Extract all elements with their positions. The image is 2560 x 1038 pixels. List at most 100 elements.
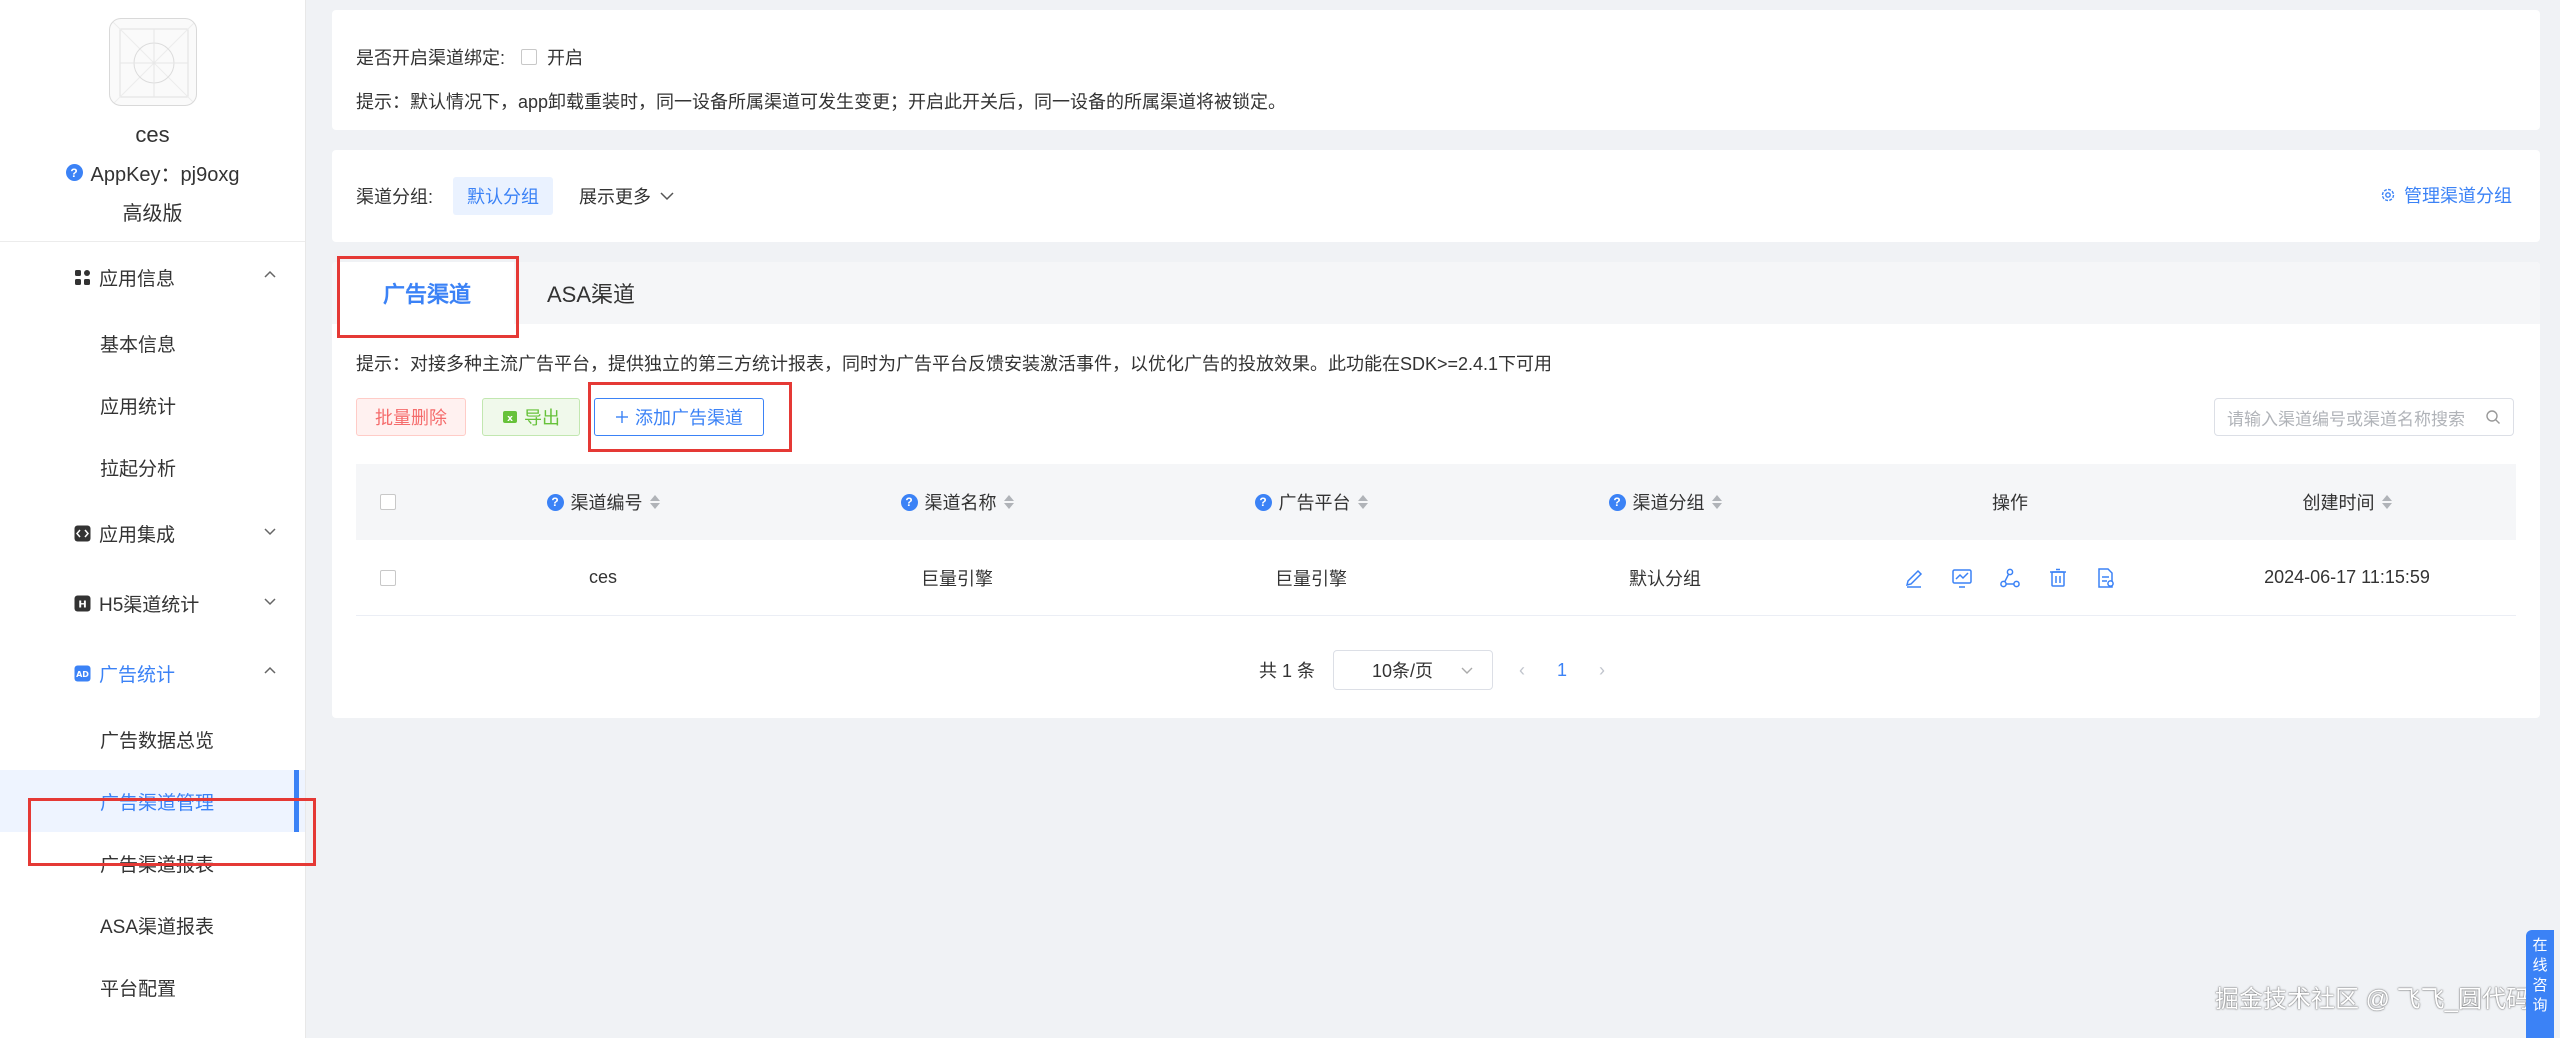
cell-channel-name: 巨量引擎 <box>921 568 993 589</box>
share-icon[interactable] <box>1997 565 2023 591</box>
binding-row: 是否开启渠道绑定: 开启 <box>356 44 2516 70</box>
row-select-cell <box>356 569 426 586</box>
edit-icon[interactable] <box>1901 565 1927 591</box>
menu-group-ad-stats[interactable]: AD 广告统计 <box>0 638 305 708</box>
help-icon[interactable]: ? <box>1254 493 1272 511</box>
chevron-down-icon <box>1461 667 1473 674</box>
row-checkbox[interactable] <box>380 569 396 586</box>
highlight-box-sidebar <box>28 798 316 866</box>
sidebar: ces ? AppKey：pj9oxg 高级版 应用信息 基本信息 应用统计 拉… <box>0 0 306 1038</box>
group-card: 渠道分组: 默认分组 展示更多 管理渠道分组 <box>332 150 2540 242</box>
group-tag-default[interactable]: 默认分组 <box>453 177 554 215</box>
document-icon[interactable] <box>2093 565 2119 591</box>
chevron-down-icon <box>264 528 276 536</box>
header-created-time[interactable]: 创建时间 <box>2178 489 2516 515</box>
menu-group-h5-stats[interactable]: H H5渠道统计 <box>0 568 305 638</box>
sidebar-item-app-stats[interactable]: 应用统计 <box>0 374 305 436</box>
chevron-down-icon <box>660 192 674 201</box>
gear-icon <box>2381 188 2395 202</box>
svg-text:H: H <box>78 599 86 610</box>
sort-icon[interactable] <box>1357 495 1368 509</box>
consult-char: 咨 <box>2532 977 2548 994</box>
select-all-cell <box>356 494 426 510</box>
sidebar-menu: 应用信息 基本信息 应用统计 拉起分析 应用集成 H H5渠道统计 AD 广告统… <box>0 242 305 1018</box>
sort-icon[interactable] <box>1711 495 1722 509</box>
binding-label: 是否开启渠道绑定: <box>356 48 506 68</box>
help-icon[interactable]: ? <box>1608 493 1626 511</box>
sidebar-item-platform-config[interactable]: 平台配置 <box>0 956 305 1018</box>
show-more-button[interactable]: 展示更多 <box>579 183 675 209</box>
next-page-button[interactable]: › <box>1591 660 1613 681</box>
group-label: 渠道分组: <box>356 187 434 207</box>
sidebar-item-asa-report[interactable]: ASA渠道报表 <box>0 894 305 956</box>
chevron-up-icon <box>264 666 276 674</box>
page-size-select[interactable]: 10条/页 <box>1333 650 1493 690</box>
header-label: 渠道分组 <box>1632 493 1705 513</box>
appkey-text: AppKey：pj9oxg <box>90 164 240 186</box>
menu-group-label: H5渠道统计 <box>99 594 200 616</box>
select-all-checkbox[interactable] <box>380 494 396 510</box>
menu-group-label: 广告统计 <box>99 664 176 686</box>
header-label: 操作 <box>1992 493 2028 513</box>
binding-option-label: 开启 <box>547 48 584 68</box>
grid-icon <box>74 269 91 286</box>
sort-icon[interactable] <box>2381 495 2392 509</box>
menu-group-app-integration[interactable]: 应用集成 <box>0 498 305 568</box>
batch-delete-button[interactable]: 批量删除 <box>356 398 466 436</box>
header-actions: 操作 <box>1842 489 2178 515</box>
svg-text:x: x <box>507 414 513 424</box>
page-number-current[interactable]: 1 <box>1551 660 1573 681</box>
ad-icon: AD <box>74 665 91 682</box>
menu-group-label: 应用信息 <box>99 268 176 290</box>
h5-icon: H <box>74 595 91 612</box>
pagination-total: 共 1 条 <box>1258 661 1315 681</box>
consult-char: 线 <box>2532 957 2548 974</box>
export-button[interactable]: x 导出 <box>482 398 580 436</box>
app-logo-icon <box>108 18 197 106</box>
pagination: 共 1 条 10条/页 ‹ 1 › <box>332 650 2540 690</box>
search-icon[interactable] <box>2485 409 2501 425</box>
cell-ad-platform: 巨量引擎 <box>1275 568 1347 589</box>
consult-char: 在 <box>2532 937 2548 954</box>
app-card: ces ? AppKey：pj9oxg 高级版 <box>0 0 305 242</box>
search-input[interactable]: 请输入渠道编号或渠道名称搜索 <box>2214 398 2514 436</box>
sidebar-item-basic-info[interactable]: 基本信息 <box>0 312 305 374</box>
menu-group-app-info[interactable]: 应用信息 <box>0 242 305 312</box>
manage-group-link[interactable]: 管理渠道分组 <box>2380 182 2512 208</box>
sort-icon[interactable] <box>649 495 660 509</box>
header-label: 创建时间 <box>2302 493 2375 513</box>
header-ad-platform[interactable]: ? 广告平台 <box>1134 489 1488 515</box>
help-icon[interactable]: ? <box>546 493 564 511</box>
search-placeholder: 请输入渠道编号或渠道名称搜索 <box>2227 409 2465 429</box>
help-icon[interactable]: ? <box>65 164 83 181</box>
tab-asa-channel[interactable]: ASA渠道 <box>528 262 654 324</box>
table-row: ces 巨量引擎 巨量引擎 默认分组 2024-06-17 11:15:59 <box>356 540 2516 616</box>
binding-checkbox[interactable] <box>521 49 538 65</box>
sidebar-item-ad-overview[interactable]: 广告数据总览 <box>0 708 305 770</box>
sort-icon[interactable] <box>1003 495 1014 509</box>
online-consult-button[interactable]: 在 线 咨 询 <box>2526 930 2554 1038</box>
binding-hint: 提示：默认情况下，app卸载重装时，同一设备所属渠道可发生变更；开启此开关后，同… <box>356 92 1287 112</box>
manage-group-label: 管理渠道分组 <box>2404 186 2512 206</box>
trash-icon[interactable] <box>2045 565 2071 591</box>
header-channel-name[interactable]: ? 渠道名称 <box>780 489 1134 515</box>
help-icon[interactable]: ? <box>900 493 918 511</box>
chevron-down-icon <box>264 598 276 606</box>
header-label: 广告平台 <box>1278 493 1351 513</box>
table-header: ? 渠道编号 ? 渠道名称 ? 广告平台 ? 渠道分组 操作 创建时间 <box>356 464 2516 540</box>
excel-icon: x <box>503 411 517 424</box>
header-channel-id[interactable]: ? 渠道编号 <box>426 489 780 515</box>
channel-table: ? 渠道编号 ? 渠道名称 ? 广告平台 ? 渠道分组 操作 创建时间 ces … <box>356 464 2516 616</box>
highlight-box-add-button <box>588 382 792 452</box>
svg-text:AD: AD <box>76 670 89 679</box>
chevron-up-icon <box>264 270 276 278</box>
header-channel-group[interactable]: ? 渠道分组 <box>1488 489 1842 515</box>
sidebar-item-launch-analysis[interactable]: 拉起分析 <box>0 436 305 498</box>
cell-channel-group: 默认分组 <box>1629 568 1701 589</box>
cell-channel-id: ces <box>588 567 617 587</box>
header-label: 渠道名称 <box>924 493 997 513</box>
export-label: 导出 <box>524 408 560 428</box>
menu-group-label: 应用集成 <box>99 524 176 546</box>
prev-page-button[interactable]: ‹ <box>1511 660 1533 681</box>
chart-icon[interactable] <box>1949 565 1975 591</box>
